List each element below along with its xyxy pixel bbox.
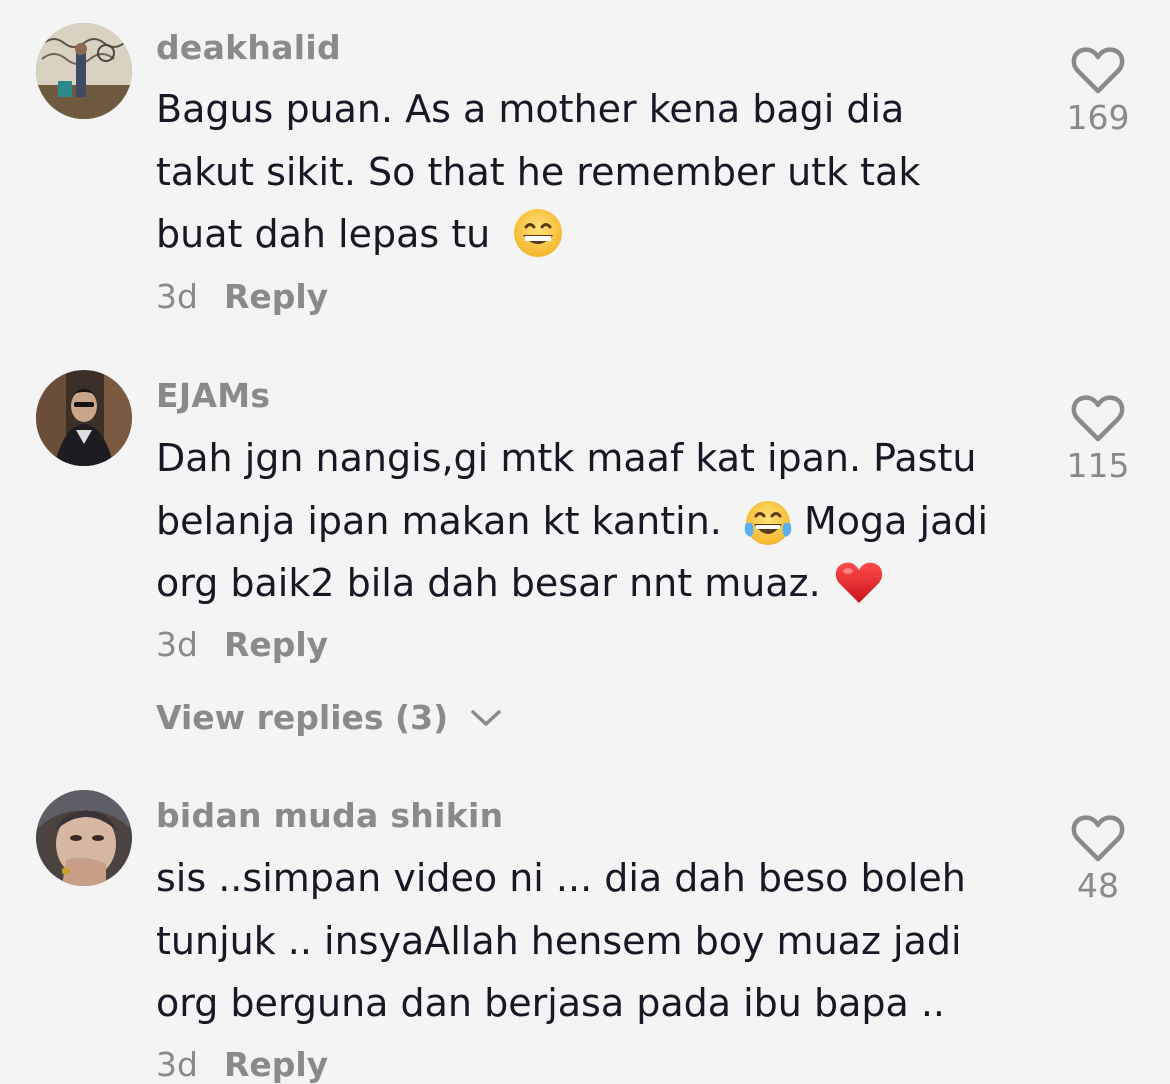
like-group: 115 — [1058, 392, 1138, 485]
like-count: 115 — [1066, 446, 1130, 485]
avatar[interactable] — [36, 370, 132, 466]
comment-meta: 3d Reply — [156, 625, 328, 664]
grinning-face-emoji-icon — [514, 208, 563, 257]
like-group: 169 — [1058, 44, 1138, 137]
comment-line: sis ..simpan video ni ... dia dah beso b… — [156, 856, 966, 900]
chevron-down-icon — [470, 709, 501, 726]
comment-line: org berguna dan berjasa pada ibu bapa .. — [156, 981, 946, 1025]
comment-line: tunjuk .. insyaAllah hensem boy muaz jad… — [156, 918, 962, 963]
comment-line-text: Moga jadi — [803, 498, 989, 543]
reply-button[interactable]: Reply — [224, 1045, 328, 1084]
comment-line: takut sikit. So that he remember utk tak — [156, 149, 921, 194]
comment-line: buat dah lepas tu — [156, 203, 1036, 266]
comment-timestamp: 3d — [156, 1045, 198, 1084]
comment-username[interactable]: bidan muda shikin — [156, 796, 503, 835]
reply-button[interactable]: Reply — [224, 277, 328, 316]
red-heart-emoji-icon — [835, 562, 882, 603]
avatar[interactable] — [36, 790, 132, 886]
avatar[interactable] — [36, 23, 132, 119]
comment-line-text: buat dah lepas tu — [156, 212, 491, 256]
comment-line: org baik2 bila dah besar nnt muaz. — [156, 552, 1036, 615]
avatar-image — [36, 23, 132, 119]
comment-username[interactable]: deakhalid — [156, 28, 341, 67]
like-group: 48 — [1058, 812, 1138, 905]
comment-line: Bagus puan. As a mother kena bagi dia — [156, 87, 905, 131]
comment-username[interactable]: EJAMs — [156, 376, 270, 415]
like-count: 48 — [1077, 866, 1119, 905]
comment-line-text: belanja ipan makan kt kantin. — [156, 498, 722, 543]
reply-button[interactable]: Reply — [224, 625, 328, 664]
comment-timestamp: 3d — [156, 277, 198, 316]
heart-icon[interactable] — [1070, 812, 1126, 864]
view-replies-label: View replies (3) — [156, 698, 449, 737]
heart-icon[interactable] — [1070, 44, 1126, 96]
tears-of-joy-emoji-icon — [744, 501, 792, 545]
comment-text: Dah jgn nangis,gi mtk maaf kat ipan. Pas… — [156, 427, 1036, 615]
heart-icon[interactable] — [1070, 392, 1126, 444]
comment-timestamp: 3d — [156, 625, 198, 664]
comment-meta: 3d Reply — [156, 277, 328, 316]
avatar-image — [36, 790, 132, 886]
comment-line: Dah jgn nangis,gi mtk maaf kat ipan. Pas… — [156, 436, 977, 480]
comment-text: sis ..simpan video ni ... dia dah beso b… — [156, 847, 1036, 1035]
view-replies-button[interactable]: View replies (3) — [156, 698, 502, 737]
avatar-image — [36, 370, 132, 466]
comment-line: belanja ipan makan kt kantin. Moga jadi — [156, 490, 1036, 553]
comment-line-text: org baik2 bila dah besar nnt muaz. — [156, 561, 821, 605]
like-count: 169 — [1066, 98, 1130, 137]
comment-text: Bagus puan. As a mother kena bagi dia ta… — [156, 78, 1036, 266]
comment-meta: 3d Reply — [156, 1045, 328, 1084]
